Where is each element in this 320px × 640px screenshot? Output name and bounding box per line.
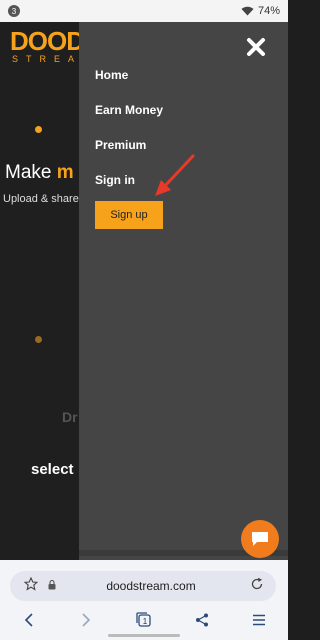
browser-nav: 1 [0, 607, 288, 633]
url-bar[interactable]: doodstream.com [10, 571, 276, 601]
drop-text: Dr [62, 409, 78, 425]
status-bar: 3 74% [0, 0, 288, 22]
menu-icon[interactable] [249, 610, 269, 630]
hero-title-accent: m [56, 162, 74, 183]
wifi-icon [241, 6, 254, 16]
back-icon[interactable] [19, 610, 39, 630]
tab-count: 1 [142, 616, 148, 626]
browser-bottom-bar: doodstream.com 1 [0, 560, 288, 640]
menu-item-earn-money[interactable]: Earn Money [95, 101, 163, 136]
url-text[interactable]: doodstream.com [56, 579, 246, 593]
site-logo[interactable]: DOOD STREA [10, 26, 85, 64]
chat-button[interactable] [241, 520, 279, 558]
logo-text: DOOD [10, 26, 85, 56]
lock-icon [48, 577, 56, 595]
home-indicator [108, 634, 180, 637]
share-icon[interactable] [192, 610, 212, 630]
side-menu: Home Earn Money Premium Sign in Sign up [79, 22, 288, 560]
reload-icon[interactable] [250, 577, 264, 596]
notification-count-badge: 3 [8, 5, 20, 17]
hero-subtitle: Upload & share [3, 193, 79, 205]
chat-bubble-icon [252, 532, 268, 546]
battery-percent: 74% [257, 5, 280, 17]
tabs-icon[interactable]: 1 [134, 610, 154, 630]
close-icon[interactable] [246, 37, 266, 57]
red-arrow-annotation [155, 154, 195, 196]
decorative-dot [35, 336, 42, 343]
decorative-dot [35, 126, 42, 133]
hero-title-prefix: Make [5, 162, 57, 183]
logo-subtext: STREA [12, 54, 83, 64]
menu-item-home[interactable]: Home [95, 66, 163, 101]
signup-button[interactable]: Sign up [95, 201, 163, 229]
select-text[interactable]: select [31, 461, 74, 478]
hero-title: Make m [5, 162, 74, 184]
status-right: 74% [241, 5, 280, 17]
forward-icon[interactable] [76, 610, 96, 630]
bookmark-star-icon[interactable] [23, 576, 39, 596]
